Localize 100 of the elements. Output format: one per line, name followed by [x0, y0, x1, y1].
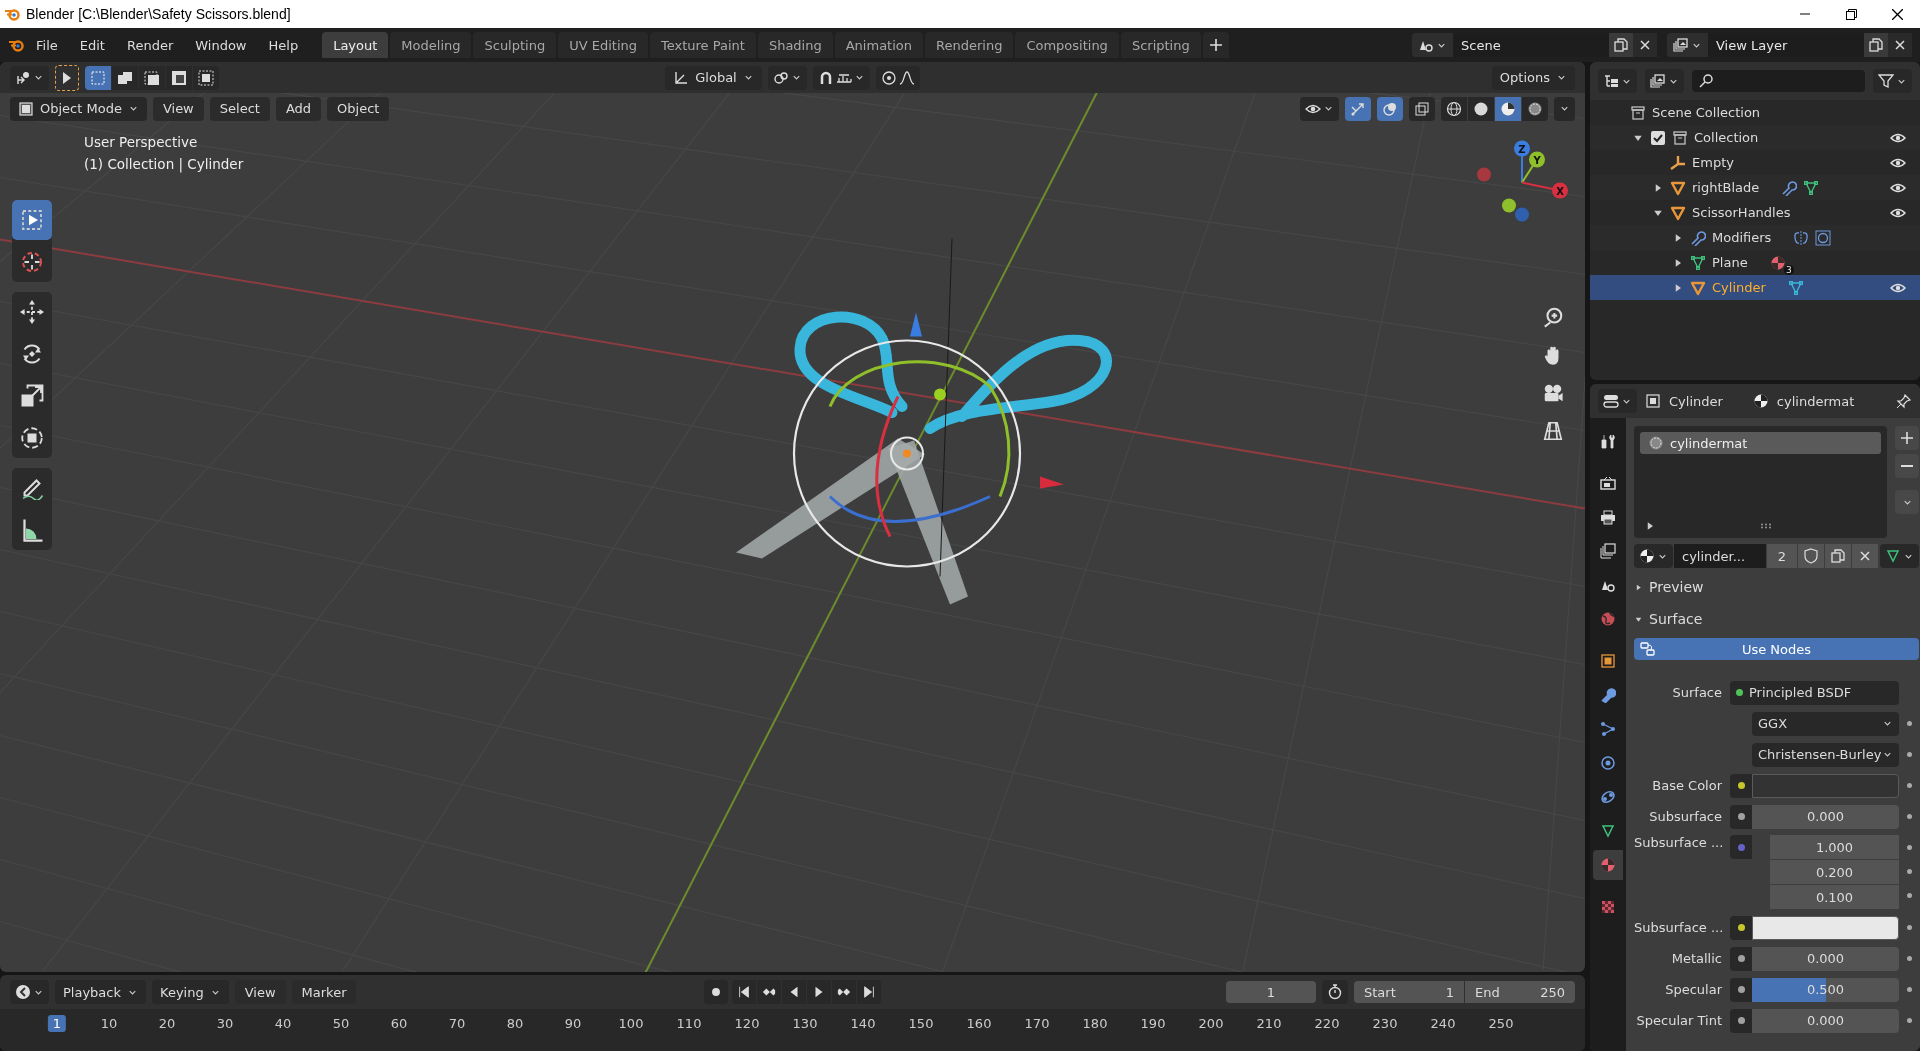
- workspace-tab[interactable]: Sculpting: [473, 32, 557, 58]
- material-name: cylindermat: [1776, 393, 1855, 409]
- menu-item[interactable]: Render: [116, 32, 184, 58]
- header-menu[interactable]: Playback: [55, 980, 146, 1004]
- item-label: Empty: [1692, 155, 1734, 170]
- frame-number: 10: [99, 1015, 119, 1032]
- frame-number: 170: [1023, 1015, 1051, 1032]
- number-field[interactable]: 0.000: [1752, 946, 1899, 971]
- end-field[interactable]: End 250: [1465, 981, 1575, 1003]
- mode-dropdown[interactable]: Object Mode: [10, 96, 147, 121]
- workspace-tab[interactable]: Texture Paint: [650, 32, 756, 58]
- frame-number: 210: [1255, 1015, 1283, 1032]
- number-field[interactable]: 1.000: [1770, 835, 1899, 859]
- frame-number: 180: [1081, 1015, 1109, 1032]
- orientation-dropdown[interactable]: Global: [665, 65, 762, 90]
- header-menu[interactable]: View: [152, 96, 204, 121]
- frame-number: 40: [273, 1015, 293, 1032]
- field-label: Subsurface: [1648, 809, 1723, 824]
- header-menu[interactable]: Object: [327, 96, 390, 121]
- field-label: Subsurface ...: [1634, 920, 1725, 935]
- dropdown[interactable]: Christensen-Burley: [1752, 742, 1899, 767]
- field-label: Specular Tint: [1635, 1013, 1723, 1028]
- viewport-info: User Perspective: [84, 134, 199, 150]
- header-menu[interactable]: View: [234, 980, 286, 1004]
- frame-number: 230: [1371, 1015, 1399, 1032]
- menu-item[interactable]: Edit: [69, 32, 115, 58]
- outliner-row[interactable]: Plane 3: [1590, 250, 1920, 275]
- shader-field[interactable]: Principled BSDF: [1730, 680, 1899, 705]
- item-label: Scene Collection: [1652, 105, 1761, 120]
- frame-number: 200: [1197, 1015, 1225, 1032]
- outliner-row[interactable]: ScissorHandles: [1590, 200, 1920, 225]
- workspace-tab[interactable]: Shading: [757, 32, 833, 58]
- frame-number: 60: [389, 1015, 409, 1032]
- frame-number: 70: [447, 1015, 467, 1032]
- count-badge: 3: [1783, 264, 1794, 275]
- frame-number: 100: [617, 1015, 645, 1032]
- panel-header[interactable]: Surface: [1634, 606, 1919, 632]
- menu-item[interactable]: File: [26, 32, 68, 58]
- number-field[interactable]: 0.200: [1770, 860, 1899, 884]
- field-label: Surface: [1671, 685, 1723, 700]
- viewport-info: (1) Collection | Cylinder: [84, 156, 244, 172]
- frame-field[interactable]: 1: [1226, 981, 1316, 1003]
- item-label: Cylinder: [1712, 280, 1766, 295]
- item-label: Collection: [1694, 130, 1759, 145]
- header-menu[interactable]: Add: [275, 96, 322, 121]
- window-title: Blender [C:\Blender\Safety Scissors.blend]: [26, 6, 292, 22]
- use-nodes-button[interactable]: Use Nodes: [1634, 638, 1919, 660]
- workspace-tab[interactable]: UV Editing: [558, 32, 648, 58]
- frame-number: 80: [505, 1015, 525, 1032]
- options-dropdown[interactable]: Options: [1491, 65, 1575, 90]
- number-field[interactable]: 0.000: [1752, 804, 1899, 829]
- number-field[interactable]: 0.100: [1770, 885, 1899, 909]
- panel-title: Surface: [1649, 611, 1703, 627]
- frame-number: 50: [331, 1015, 351, 1032]
- frame-number: 240: [1429, 1015, 1457, 1032]
- frame-number: 150: [907, 1015, 935, 1032]
- menu-item[interactable]: Window: [185, 32, 257, 58]
- item-label: rightBlade: [1692, 180, 1760, 195]
- number-field[interactable]: 0.000: [1752, 1008, 1899, 1033]
- panel-title: Preview: [1649, 579, 1704, 595]
- frame-number: 130: [791, 1015, 819, 1032]
- workspace-tab[interactable]: Compositing: [1015, 32, 1119, 58]
- workspace-tab[interactable]: Scripting: [1120, 32, 1201, 58]
- material-slot[interactable]: cylindermat: [1640, 432, 1881, 454]
- outliner-row[interactable]: Scene Collection: [1590, 100, 1920, 125]
- workspace-tab[interactable]: Animation: [834, 32, 923, 58]
- object-name: Cylinder: [1669, 393, 1723, 409]
- frame-number: 190: [1139, 1015, 1167, 1032]
- frame-number: 220: [1313, 1015, 1341, 1032]
- item-label: Modifiers: [1712, 230, 1772, 245]
- workspace-tab[interactable]: Modeling: [390, 32, 472, 58]
- frame-number: 90: [563, 1015, 583, 1032]
- field-label: Metallic: [1670, 951, 1723, 966]
- scene-field[interactable]: Scene: [1453, 33, 1609, 57]
- header-menu[interactable]: Marker: [291, 980, 357, 1004]
- material-name-field[interactable]: cylinder...: [1674, 544, 1766, 568]
- start-field[interactable]: Start 1: [1354, 981, 1464, 1003]
- workspace-tab[interactable]: Rendering: [925, 32, 1014, 58]
- navigation-gizmo[interactable]: Z Y X: [1477, 140, 1568, 222]
- header-menu[interactable]: Keying: [152, 980, 229, 1004]
- panel-header[interactable]: Preview: [1634, 574, 1919, 600]
- dropdown[interactable]: GGX: [1752, 711, 1899, 736]
- frame-number: 160: [965, 1015, 993, 1032]
- field-label: Base Color: [1651, 778, 1723, 793]
- frame-number: 110: [675, 1015, 703, 1032]
- field-label: Specular: [1664, 982, 1723, 997]
- frame-number: 30: [215, 1015, 235, 1032]
- outliner-row[interactable]: Cylinder: [1590, 275, 1920, 300]
- outliner-row[interactable]: Empty: [1590, 150, 1920, 175]
- user-count[interactable]: 2: [1767, 544, 1797, 568]
- frame-number: 140: [849, 1015, 877, 1032]
- frame-number: 20: [157, 1015, 177, 1032]
- frame-number: 120: [733, 1015, 761, 1032]
- frame-number[interactable]: 1: [47, 1015, 67, 1032]
- workspace-tab[interactable]: Layout: [322, 32, 389, 58]
- frame-number: 250: [1487, 1015, 1515, 1032]
- menu-item[interactable]: Help: [258, 32, 309, 58]
- view-layer-field[interactable]: View Layer: [1708, 33, 1864, 57]
- field-label: Subsurface ...: [1634, 835, 1725, 850]
- header-menu[interactable]: Select: [209, 96, 270, 121]
